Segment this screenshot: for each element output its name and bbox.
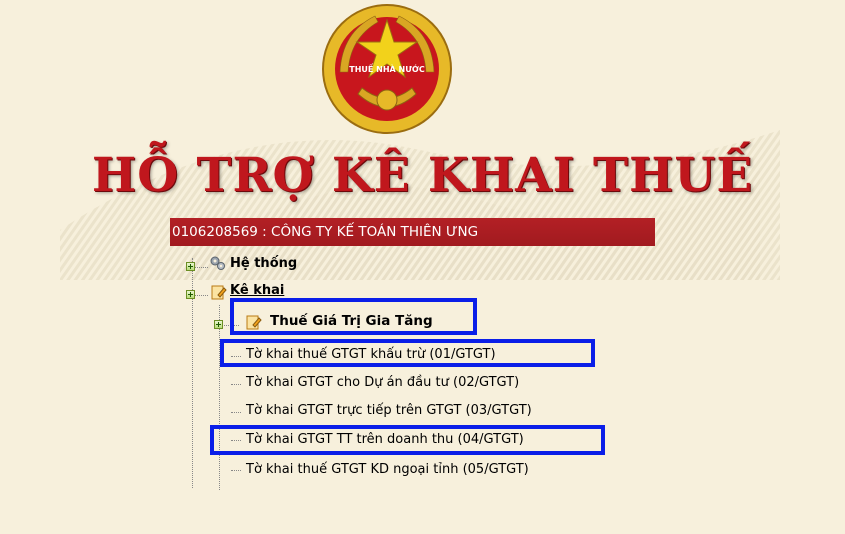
expand-icon[interactable] <box>186 290 195 299</box>
tree-connector <box>231 412 241 413</box>
tree-item-he-thong[interactable]: Hệ thống <box>230 256 297 271</box>
tree-connector <box>231 470 241 471</box>
gears-icon <box>210 256 225 270</box>
tree-item-ke-khai[interactable]: Kê khai <box>230 283 284 298</box>
document-edit-icon <box>211 285 227 300</box>
expand-icon[interactable] <box>186 262 195 271</box>
highlight-box-gtgt <box>230 298 477 335</box>
form-05-gtgt[interactable]: Tờ khai thuế GTGT KD ngoại tỉnh (05/GTGT… <box>246 462 529 477</box>
highlight-box-form-04 <box>210 425 605 455</box>
expand-icon[interactable] <box>214 320 223 329</box>
tree-connector <box>231 384 241 385</box>
form-02-gtgt[interactable]: Tờ khai GTGT cho Dự án đầu tư (02/GTGT) <box>246 375 519 390</box>
form-03-gtgt[interactable]: Tờ khai GTGT trực tiếp trên GTGT (03/GTG… <box>246 403 532 418</box>
tree-connector <box>219 305 220 490</box>
highlight-box-form-01 <box>220 339 595 367</box>
